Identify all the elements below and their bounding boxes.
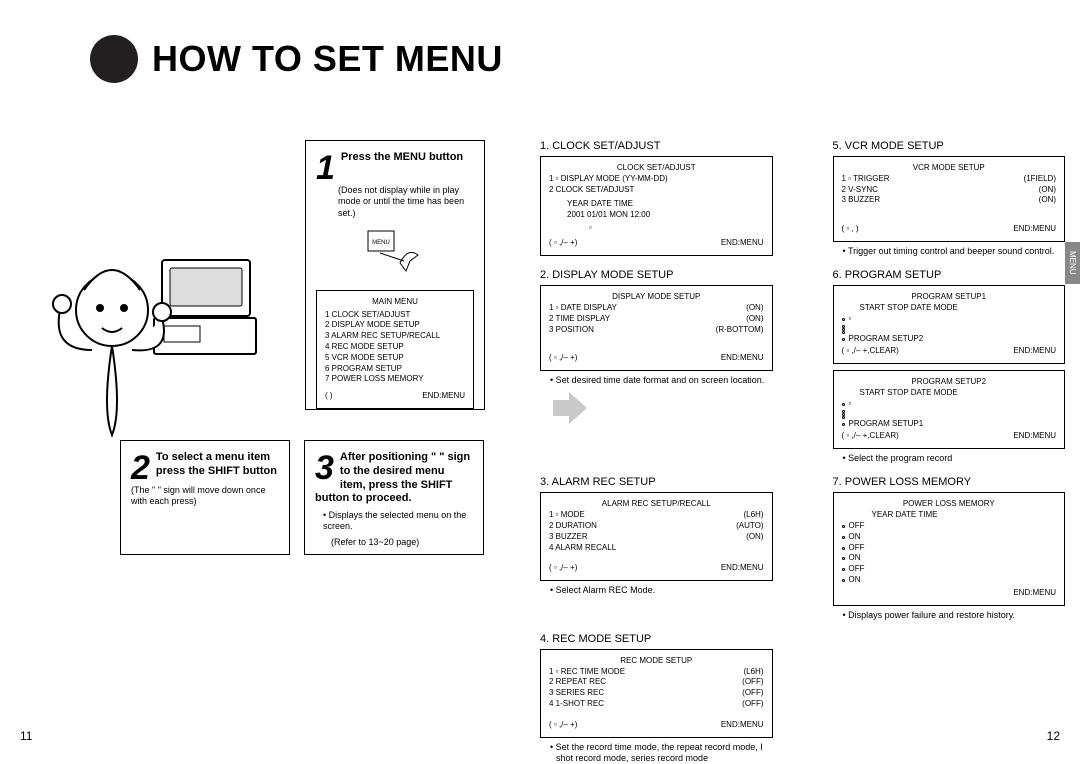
illustration-user-tv bbox=[42, 200, 257, 440]
page-number-left: 11 bbox=[20, 729, 32, 743]
section-vcr: 5. VCR MODE SETUP VCR MODE SETUP 1 ▫ TRI… bbox=[833, 140, 1066, 257]
page-title: HOW TO SET MENU bbox=[152, 38, 503, 80]
step-1-box: 1 Press the MENU button (Does not displa… bbox=[305, 140, 485, 410]
step-number: 1 bbox=[316, 151, 335, 185]
section-rec: 4. REC MODE SETUP REC MODE SETUP 1 ▫ REC… bbox=[540, 633, 773, 764]
section-power: 7. POWER LOSS MEMORY POWER LOSS MEMORY Y… bbox=[833, 476, 1066, 620]
section-clock: 1. CLOCK SET/ADJUST CLOCK SET/ADJUST 1 ▫… bbox=[540, 140, 773, 257]
menu-button-diagram: MENU bbox=[360, 227, 430, 280]
step-heading: Press the MENU button bbox=[316, 151, 474, 165]
step-sub: (Does not display while in play mode or … bbox=[338, 185, 474, 219]
svg-text:MENU: MENU bbox=[372, 240, 390, 246]
page-number-right: 12 bbox=[1047, 729, 1060, 743]
section-tab: MENU bbox=[1065, 242, 1080, 284]
step-3-box: 3 After positioning " " sign to the desi… bbox=[304, 440, 484, 555]
main-menu-screen: MAIN MENU 1 CLOCK SET/ADJUST 2 DISPLAY M… bbox=[316, 290, 474, 409]
section-program: 6. PROGRAM SETUP PROGRAM SETUP1 START ST… bbox=[833, 269, 1066, 464]
section-display: 2. DISPLAY MODE SETUP DISPLAY MODE SETUP… bbox=[540, 269, 773, 464]
step-2-box: 2 To select a menu item press the SHIFT … bbox=[120, 440, 290, 555]
title-bullet-icon bbox=[90, 35, 138, 83]
section-alarm: 3. ALARM REC SETUP ALARM REC SETUP/RECAL… bbox=[540, 476, 773, 620]
page-header: HOW TO SET MENU bbox=[90, 35, 503, 83]
